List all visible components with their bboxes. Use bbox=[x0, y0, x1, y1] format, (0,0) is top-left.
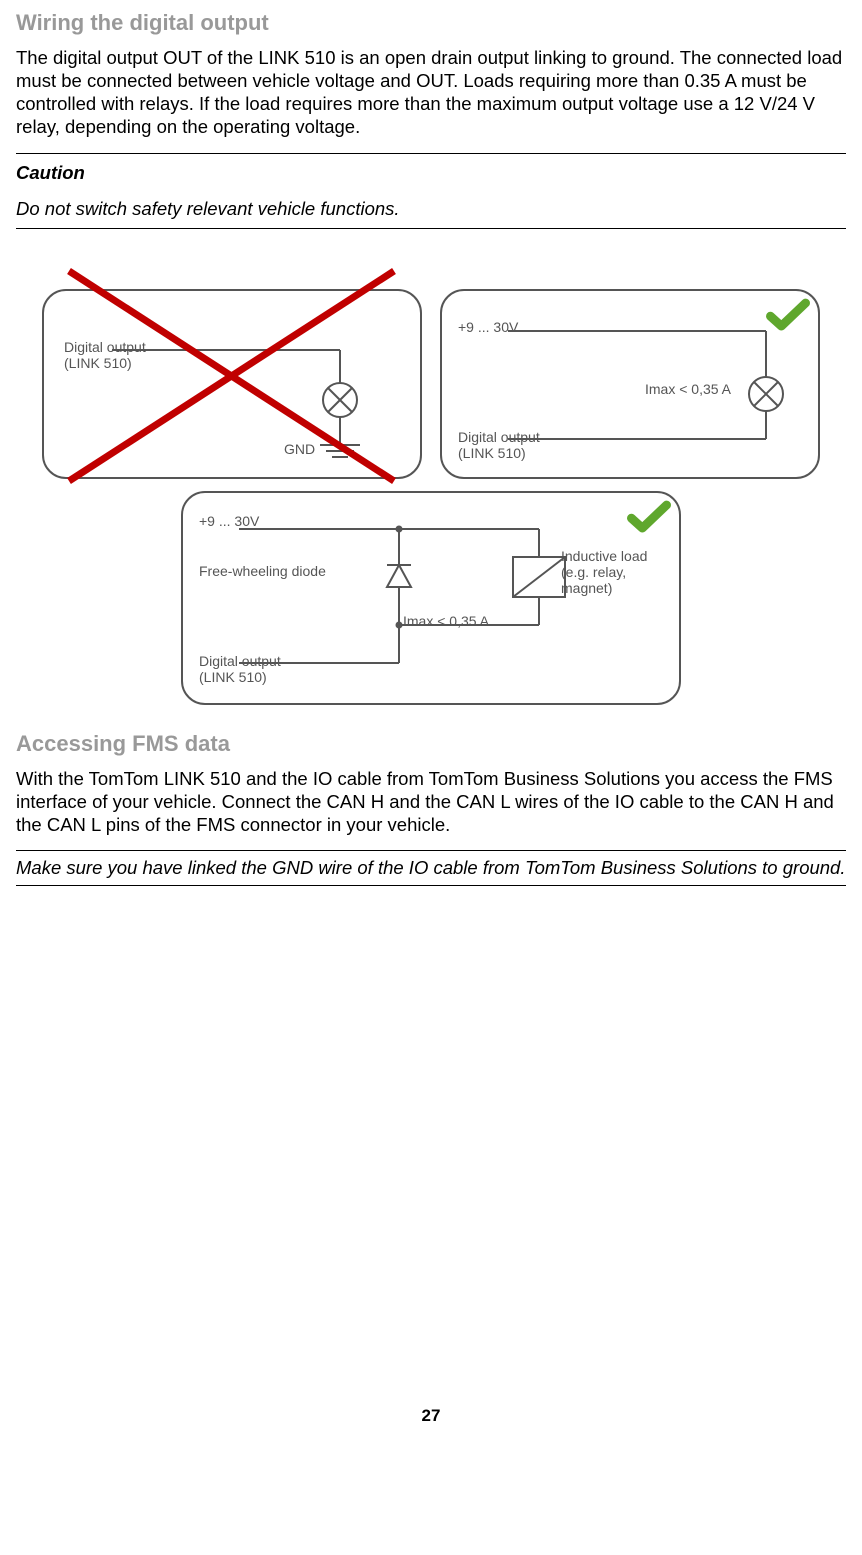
label-link510: (LINK 510) bbox=[458, 445, 526, 461]
diagram-correct-inductive: +9 ... 30V Free-wheeling diode Inductive… bbox=[181, 491, 681, 705]
divider bbox=[16, 885, 846, 886]
diagram-wrong: Digital output (LINK 510) GND bbox=[42, 289, 422, 479]
caution-body: Do not switch safety relevant vehicle fu… bbox=[16, 198, 846, 220]
label-diode: Free-wheeling diode bbox=[199, 563, 326, 579]
label-imax: Imax < 0,35 A bbox=[645, 381, 731, 397]
paragraph-fms: With the TomTom LINK 510 and the IO cabl… bbox=[16, 767, 846, 836]
label-link510: (LINK 510) bbox=[64, 355, 132, 371]
red-cross-icon bbox=[14, 261, 434, 511]
label-voltage: +9 ... 30V bbox=[199, 513, 259, 529]
label-digital-output: Digital output bbox=[199, 653, 281, 669]
diagram-area: Digital output (LINK 510) GND bbox=[16, 289, 846, 705]
divider bbox=[16, 153, 846, 154]
note-gnd: Make sure you have linked the GND wire o… bbox=[16, 857, 846, 879]
label-voltage: +9 ... 30V bbox=[458, 319, 518, 335]
divider bbox=[16, 850, 846, 851]
label-digital-output: Digital output bbox=[64, 339, 146, 355]
paragraph-wiring: The digital output OUT of the LINK 510 i… bbox=[16, 46, 846, 139]
heading-wiring: Wiring the digital output bbox=[16, 10, 846, 36]
diagram-correct-simple: +9 ... 30V Imax < 0,35 A Digital output … bbox=[440, 289, 820, 479]
page-number: 27 bbox=[16, 1406, 846, 1426]
label-imax: Imax < 0,35 A bbox=[403, 613, 489, 629]
label-link510: (LINK 510) bbox=[199, 669, 267, 685]
page: Wiring the digital output The digital ou… bbox=[0, 0, 862, 1466]
check-icon bbox=[766, 297, 810, 336]
caution-title: Caution bbox=[16, 162, 846, 184]
label-inductive-load: Inductive load bbox=[561, 548, 647, 564]
label-inductive-load-sub: (e.g. relay, magnet) bbox=[561, 564, 679, 596]
diagram-row-2: +9 ... 30V Free-wheeling diode Inductive… bbox=[16, 491, 846, 705]
heading-fms: Accessing FMS data bbox=[16, 731, 846, 757]
diagram-row-1: Digital output (LINK 510) GND bbox=[16, 289, 846, 479]
label-gnd: GND bbox=[284, 441, 315, 457]
label-digital-output: Digital output bbox=[458, 429, 540, 445]
divider bbox=[16, 228, 846, 229]
check-icon bbox=[627, 499, 671, 538]
